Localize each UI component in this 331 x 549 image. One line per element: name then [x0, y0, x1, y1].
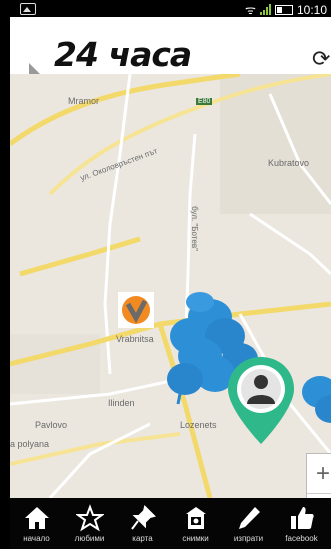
map-label: Ilinden — [108, 398, 135, 408]
map-label: a polyana — [10, 439, 50, 449]
map-label: Vrabnitsa — [116, 334, 154, 344]
bottom-nav: начало любими карта снимки изпрати faceb… — [10, 498, 331, 549]
map-view[interactable]: Mramor ул. Околовръстен път Kubratovo бу… — [10, 74, 331, 498]
status-time: 10:10 — [296, 2, 327, 17]
map-label: Kubratovo — [268, 158, 310, 168]
zoom-controls: + − — [306, 453, 331, 498]
map-label: Lozenets — [180, 420, 217, 430]
nav-home[interactable]: начало — [10, 498, 63, 549]
battery-icon — [274, 4, 293, 15]
home-icon — [24, 507, 49, 529]
image-notification-icon — [20, 3, 36, 15]
map-label: Mramor — [68, 96, 99, 106]
nav-map[interactable]: карта — [116, 498, 169, 549]
app-header: 24 часа ⟳ — [10, 17, 331, 75]
road-sign: E80 — [196, 98, 213, 105]
status-icons: ᯤ 10:10 — [245, 1, 327, 18]
pencil-icon — [238, 507, 260, 529]
refresh-icon[interactable]: ⟳ — [312, 46, 330, 72]
pin-icon — [130, 505, 156, 530]
map-roads — [10, 74, 331, 498]
place-logo-marker[interactable] — [118, 292, 154, 328]
nav-label: карта — [132, 534, 153, 543]
status-bar: ᯤ 10:10 — [10, 0, 331, 17]
nav-label: facebook — [285, 534, 318, 543]
app-logo: 24 часа — [54, 35, 192, 74]
nav-label: снимки — [182, 534, 209, 543]
wifi-icon: ᯤ — [245, 3, 256, 17]
camera-icon — [185, 507, 206, 529]
map-label: бул. "Ботев" — [189, 206, 199, 251]
nav-label: начало — [23, 534, 50, 543]
like-icon — [290, 507, 314, 529]
nav-label: изпрати — [233, 534, 264, 543]
nav-photos[interactable]: снимки — [169, 498, 222, 549]
signal-icon — [259, 4, 271, 15]
nav-send[interactable]: изпрати — [222, 498, 275, 549]
map-label: Pavlovo — [35, 420, 68, 430]
star-icon — [75, 504, 104, 532]
nav-facebook[interactable]: facebook — [275, 498, 328, 549]
nav-label: любими — [74, 534, 105, 543]
app-screen: ᯤ 10:10 24 часа ⟳ Mramor ул. Околовръсте… — [10, 0, 331, 549]
zoom-in-button[interactable]: + — [307, 454, 331, 494]
nav-favorites[interactable]: любими — [63, 498, 116, 549]
